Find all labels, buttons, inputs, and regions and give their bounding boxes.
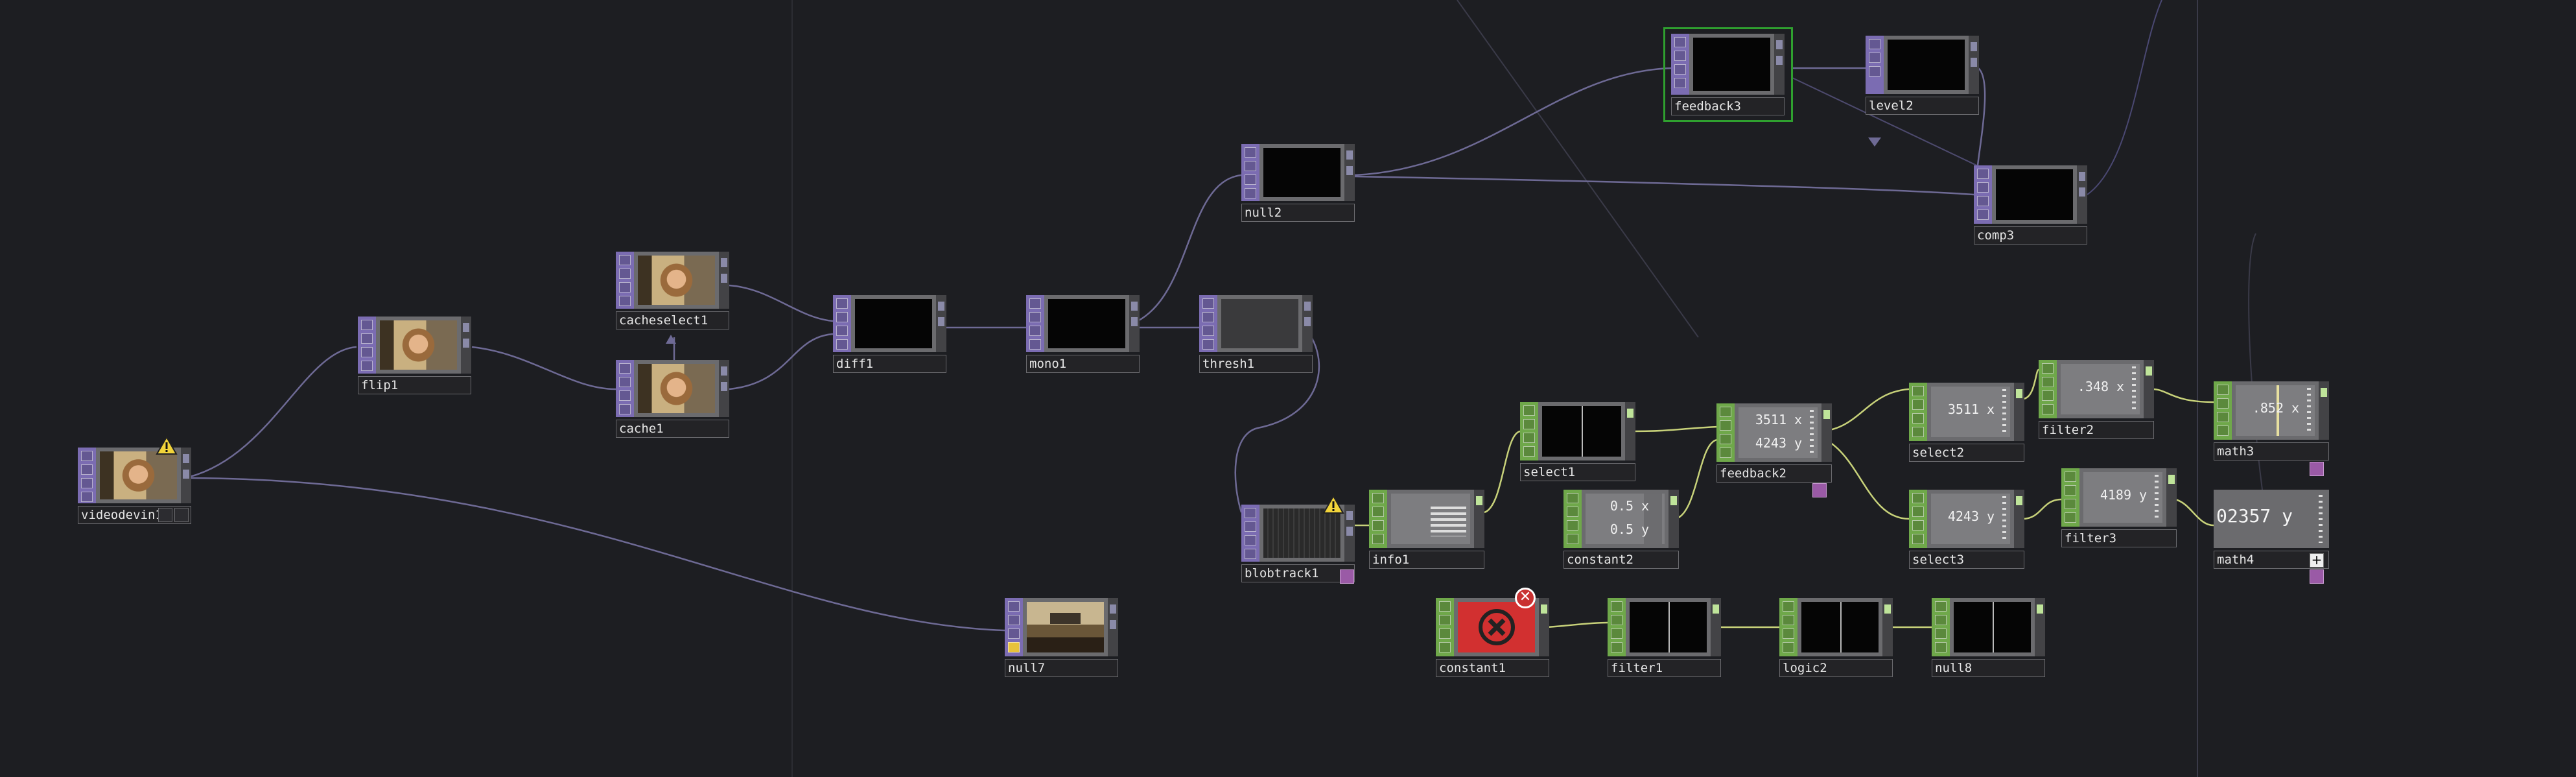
warning-icon[interactable] [156, 436, 178, 455]
node-label[interactable]: math3 [2214, 442, 2329, 460]
viewer [1888, 40, 1965, 90]
viewer [1027, 602, 1104, 652]
viewer [1954, 602, 2031, 652]
feedback2-node[interactable]: 3511 x 4243 y feedback2 [1716, 403, 1832, 483]
viewer [1693, 38, 1770, 91]
node-label[interactable]: filter2 [2039, 421, 2154, 439]
comp3-node[interactable]: comp3 [1974, 165, 2087, 245]
viewer: 3511 x 4243 y [1739, 407, 1818, 458]
null8-node[interactable]: null8 [1932, 598, 2045, 677]
flip1-node[interactable]: flip1 [358, 317, 471, 394]
node-label[interactable]: mono1 [1026, 355, 1140, 373]
viewer: .852 x [2236, 385, 2315, 436]
select3-node[interactable]: 4243 y select3 [1909, 490, 2024, 569]
diff1-node[interactable]: diff1 [833, 295, 946, 373]
node-label[interactable]: flip1 [358, 376, 471, 394]
viewer: 0.5 x 0.5 y [1586, 494, 1665, 544]
viewer [638, 364, 715, 413]
node-label[interactable]: null8 [1932, 659, 2045, 677]
math3-node[interactable]: .852 x math3 [2214, 381, 2329, 460]
error-icon[interactable]: ✕ [1515, 588, 1536, 608]
flag-icon[interactable] [2310, 569, 2324, 584]
constant1-node[interactable]: constant1 [1436, 598, 1549, 677]
level2-node[interactable]: level2 [1866, 36, 1979, 115]
node-label[interactable]: null7 [1005, 659, 1118, 677]
viewer [1263, 148, 1341, 197]
node-label[interactable]: diff1 [833, 355, 946, 373]
viewer [380, 320, 457, 370]
viewer: 3511 x [1931, 387, 2010, 437]
viewer [638, 256, 715, 305]
viewer: 02357 y [2216, 492, 2326, 545]
node-label[interactable]: feedback2 [1716, 464, 1832, 483]
viewer [1048, 299, 1125, 348]
viewer: 4243 y [1931, 494, 2010, 544]
node-label[interactable]: null2 [1241, 204, 1355, 222]
viewer [1801, 602, 1879, 652]
filter2-node[interactable]: .348 x filter2 [2039, 360, 2154, 439]
feedback3-node[interactable]: feedback3 [1671, 34, 1785, 115]
node-label[interactable]: constant1 [1436, 659, 1549, 677]
node-label[interactable]: filter1 [1608, 659, 1721, 677]
node-label[interactable]: cacheselect1 [616, 311, 729, 329]
flag-icon [158, 508, 172, 522]
cache1-node[interactable]: cache1 [616, 360, 729, 438]
info1-node[interactable]: info1 [1369, 490, 1484, 569]
mono1-node[interactable]: mono1 [1026, 295, 1140, 373]
flag-icon[interactable] [1812, 483, 1827, 497]
viewer [1391, 494, 1470, 544]
null2-node[interactable]: null2 [1241, 144, 1355, 222]
thresh1-node[interactable]: thresh1 [1199, 295, 1313, 373]
flag-icon [174, 508, 189, 522]
node-label[interactable]: level2 [1866, 97, 1979, 115]
error-icon [1478, 609, 1515, 645]
null7-node[interactable]: null7 [1005, 598, 1118, 677]
viewer [1630, 602, 1707, 652]
select2-node[interactable]: 3511 x select2 [1909, 383, 2024, 462]
network-editor[interactable]: videodevin1 flip1 cacheselect1 cache1 di… [0, 0, 2576, 777]
viewer: 4189 y [2083, 472, 2162, 523]
blobtrack1-node[interactable]: blobtrack1 [1241, 505, 1355, 582]
viewer: .348 x [2061, 364, 2140, 414]
flag-icon[interactable] [2310, 462, 2324, 476]
plus-icon[interactable]: + [2310, 553, 2324, 568]
node-label[interactable]: select3 [1909, 551, 2024, 569]
node-label[interactable]: cache1 [616, 420, 729, 438]
node-label[interactable]: blobtrack1 [1241, 564, 1355, 582]
viewer [855, 299, 932, 348]
viewer [100, 451, 177, 499]
select1-node[interactable]: select1 [1520, 402, 1635, 481]
constant2-node[interactable]: 0.5 x 0.5 y constant2 [1563, 490, 1679, 569]
node-label[interactable]: filter3 [2061, 529, 2177, 547]
warning-icon[interactable] [1322, 495, 1344, 514]
viewer [1221, 299, 1298, 348]
node-label[interactable]: comp3 [1974, 226, 2087, 245]
filter1-node[interactable]: filter1 [1608, 598, 1721, 677]
flag-icon[interactable] [1340, 569, 1354, 584]
cacheselect1-node[interactable]: cacheselect1 [616, 252, 729, 329]
node-label[interactable]: select2 [1909, 444, 2024, 462]
node-label[interactable]: info1 [1369, 551, 1484, 569]
videodevin1-node[interactable]: videodevin1 [78, 448, 191, 524]
viewer [1263, 508, 1341, 558]
node-label[interactable]: logic2 [1779, 659, 1893, 677]
node-label[interactable]: feedback3 [1671, 97, 1785, 115]
viewer [1542, 406, 1621, 457]
node-label[interactable]: constant2 [1563, 551, 1679, 569]
node-label[interactable]: select1 [1520, 463, 1635, 481]
filter3-node[interactable]: 4189 y filter3 [2061, 468, 2177, 547]
viewer [1458, 602, 1535, 652]
logic2-node[interactable]: logic2 [1779, 598, 1893, 677]
node-label[interactable]: thresh1 [1199, 355, 1313, 373]
viewer [1996, 169, 2073, 220]
